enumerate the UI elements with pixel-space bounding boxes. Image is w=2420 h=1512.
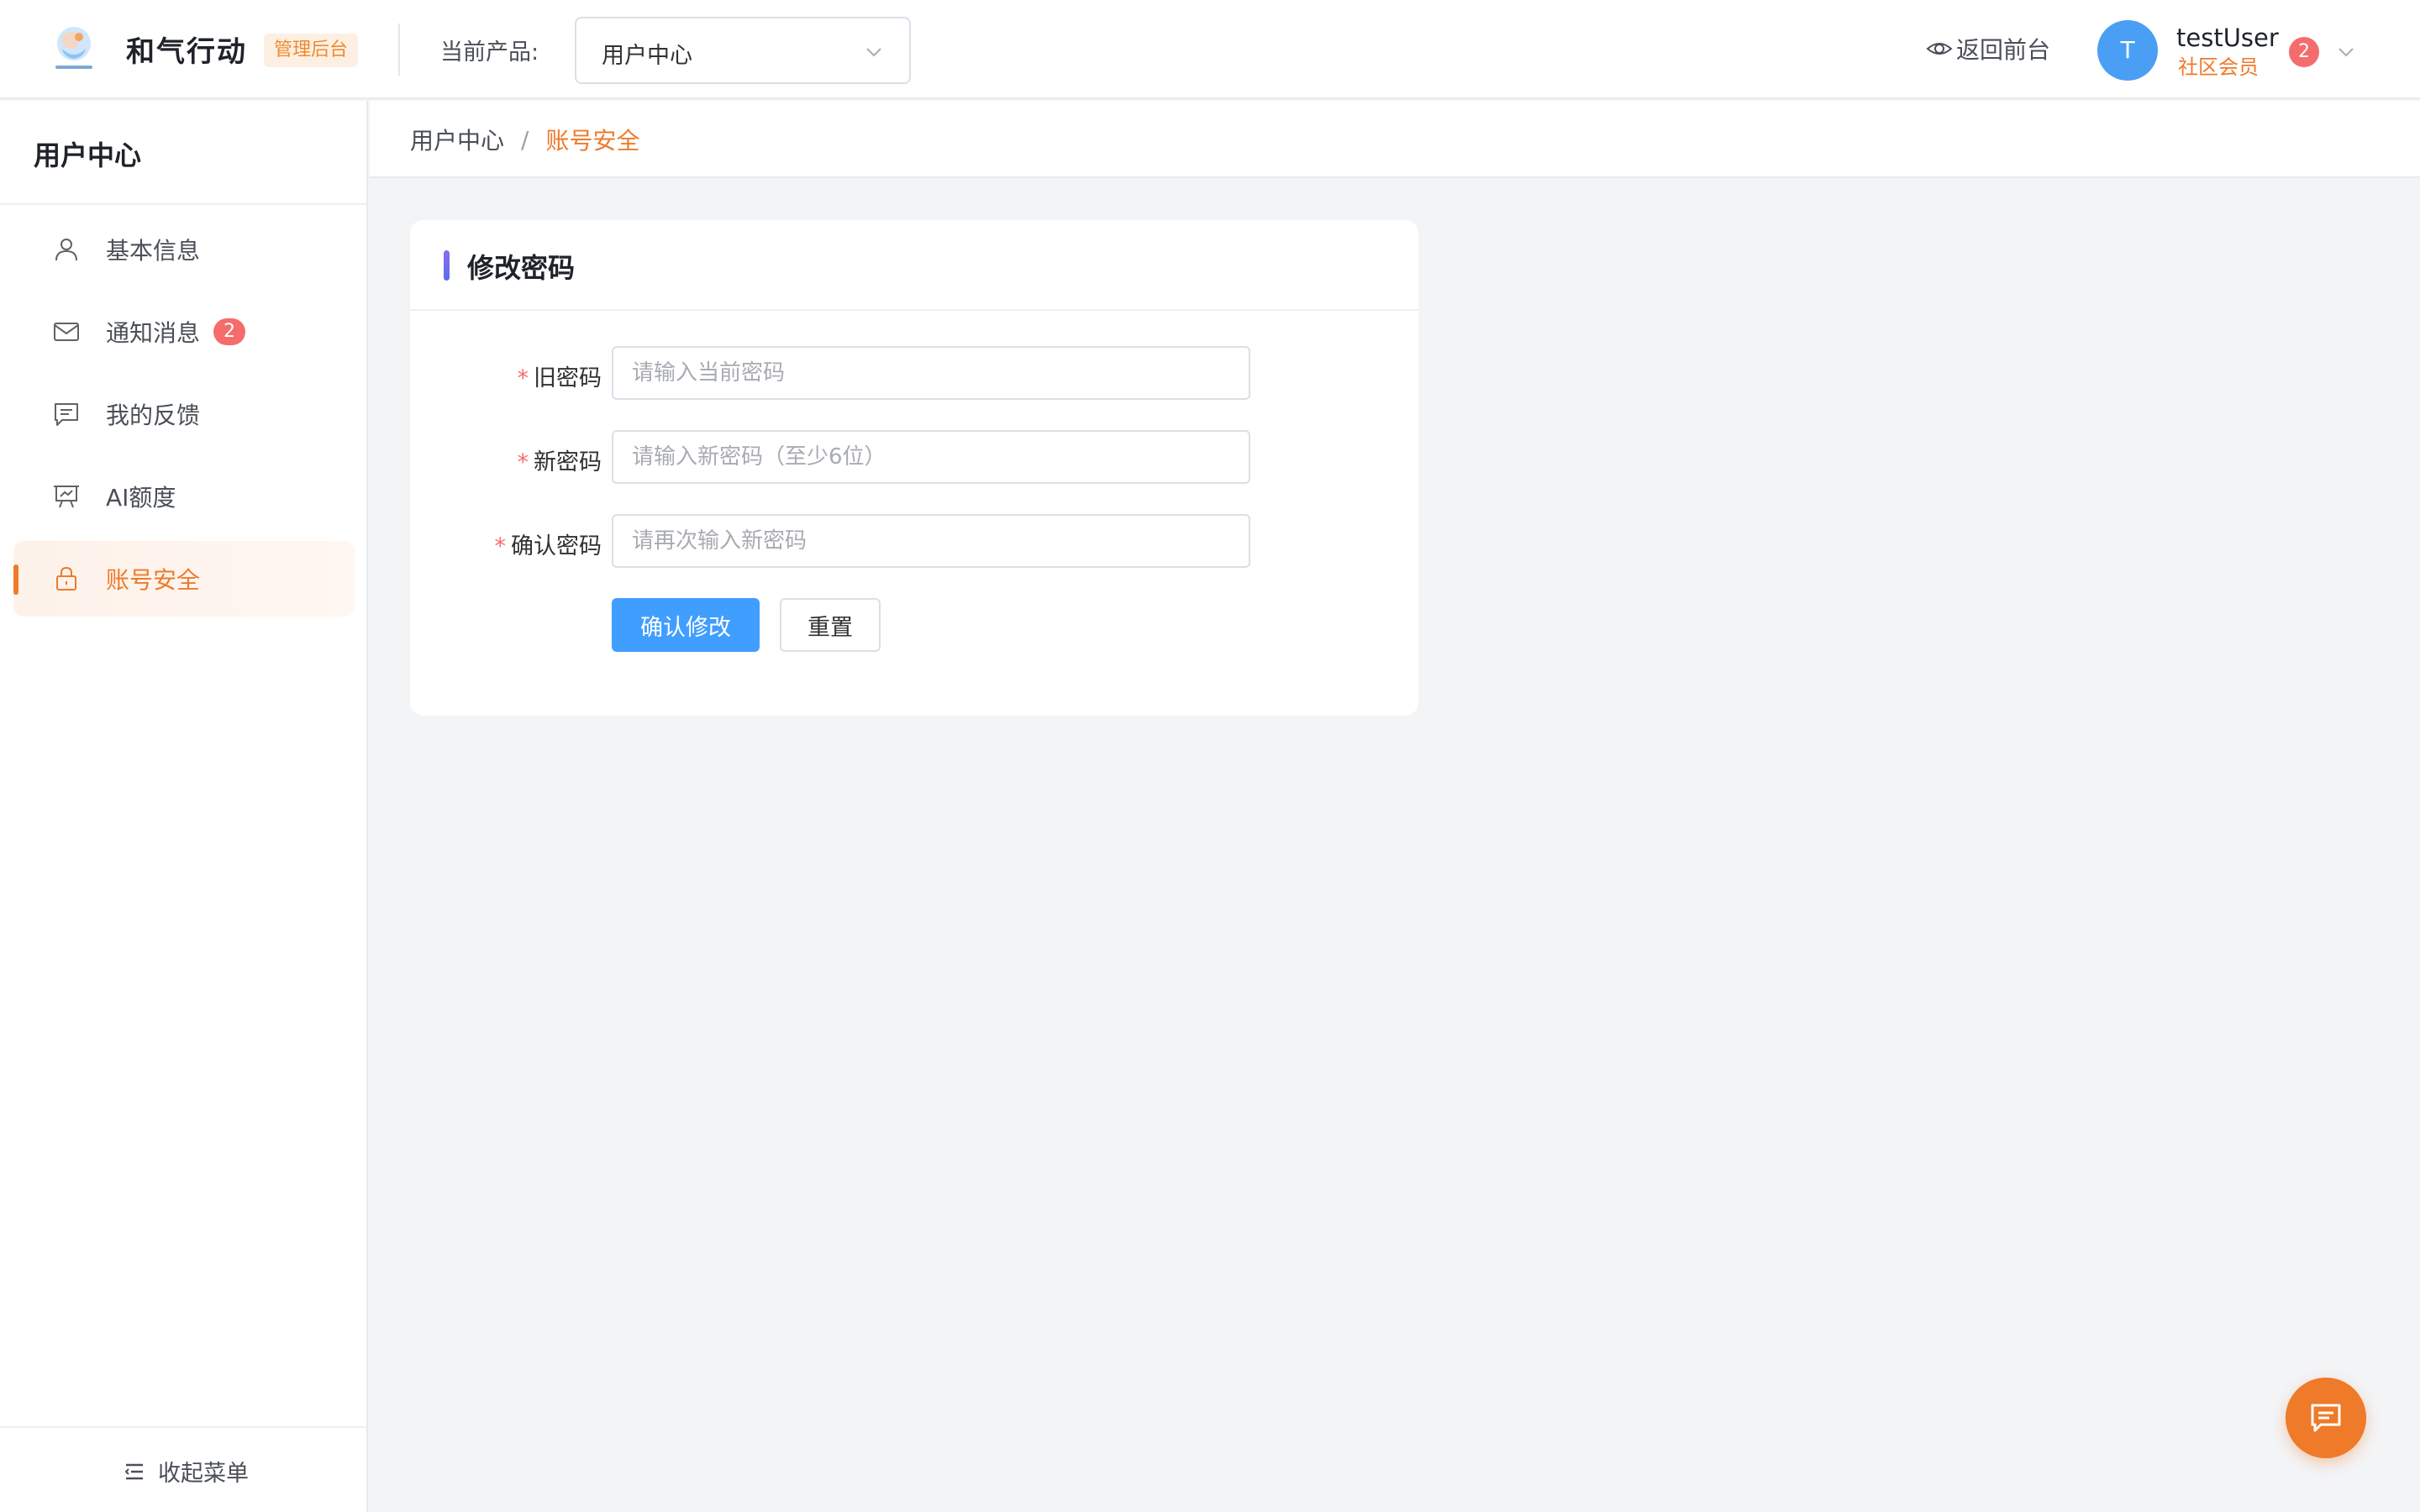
card-title-accent xyxy=(444,250,450,281)
product-select-value: 用户中心 xyxy=(602,43,692,69)
sidebar-item-label: 我的反馈 xyxy=(106,402,201,429)
sidebar-footer-divider xyxy=(0,1426,366,1428)
collapse-menu-icon xyxy=(124,1463,143,1479)
required-mark: * xyxy=(517,365,529,391)
presentation-icon xyxy=(52,482,81,511)
brand-logo[interactable] xyxy=(50,24,97,74)
required-mark: * xyxy=(517,449,529,475)
sidebar-item-label: AI额度 xyxy=(106,484,176,512)
username[interactable]: testUser xyxy=(2176,24,2279,52)
user-menu-chevron-icon[interactable] xyxy=(2336,42,2356,62)
notification-count-badge: 2 xyxy=(213,318,246,345)
sidebar-item-basic-info[interactable]: 基本信息 xyxy=(13,212,355,287)
old-password-label-text: 旧密码 xyxy=(534,365,602,391)
breadcrumb-current: 账号安全 xyxy=(545,127,640,155)
breadcrumb-root[interactable]: 用户中心 xyxy=(410,123,504,156)
reset-button[interactable]: 重置 xyxy=(780,598,881,652)
new-password-row: * 新密码 xyxy=(410,430,1418,486)
sidebar-divider xyxy=(0,203,366,205)
admin-tag: 管理后台 xyxy=(264,34,359,67)
old-password-label: * 旧密码 xyxy=(518,360,602,392)
chat-fab-button[interactable] xyxy=(2286,1378,2366,1458)
confirm-password-label: * 确认密码 xyxy=(495,528,602,560)
chevron-down-icon xyxy=(866,48,881,57)
sidebar-item-label: 账号安全 xyxy=(106,566,201,594)
breadcrumb-separator: / xyxy=(521,125,529,154)
old-password-input[interactable] xyxy=(612,346,1250,400)
header-divider xyxy=(398,24,400,76)
new-password-label-text: 新密码 xyxy=(534,449,602,475)
mail-icon xyxy=(52,318,81,346)
avatar[interactable]: T xyxy=(2097,20,2158,81)
sidebar-item-account-security[interactable]: 账号安全 xyxy=(13,541,355,617)
confirm-password-row: * 确认密码 xyxy=(410,514,1418,570)
eye-icon xyxy=(1926,43,1953,55)
sidebar-item-ai-quota[interactable]: AI额度 xyxy=(13,459,355,534)
brand-name: 和气行动 xyxy=(126,35,247,69)
confirm-password-label-text: 确认密码 xyxy=(511,533,602,559)
sidebar: 用户中心 基本信息 通知消息 2 我的反馈 AI额度 账号安全 收起菜单 xyxy=(0,101,368,1512)
new-password-label: * 新密码 xyxy=(518,444,602,476)
collapse-menu-label: 收起菜单 xyxy=(158,1461,249,1487)
sidebar-item-feedback[interactable]: 我的反馈 xyxy=(13,376,355,452)
sidebar-item-label: 通知消息 xyxy=(106,319,201,347)
product-label: 当前产品: xyxy=(440,39,539,66)
sidebar-menu: 基本信息 通知消息 2 我的反馈 AI额度 账号安全 xyxy=(13,212,355,623)
notification-badge[interactable]: 2 xyxy=(2289,37,2319,67)
chat-icon xyxy=(2311,1404,2341,1432)
lock-icon xyxy=(52,564,81,593)
collapse-menu-button[interactable]: 收起菜单 xyxy=(123,1455,249,1488)
card-title: 修改密码 xyxy=(467,252,576,284)
required-mark: * xyxy=(494,533,507,559)
user-role: 社区会员 xyxy=(2178,55,2259,79)
back-to-front-label: 返回前台 xyxy=(1956,36,2051,64)
sidebar-title: 用户中心 xyxy=(34,139,142,171)
user-icon xyxy=(52,235,81,264)
confirm-password-input[interactable] xyxy=(612,514,1250,568)
breadcrumb: 用户中心 / 账号安全 xyxy=(410,123,639,156)
new-password-input[interactable] xyxy=(612,430,1250,484)
back-to-front-link[interactable]: 返回前台 xyxy=(1926,32,2050,66)
sidebar-item-notifications[interactable]: 通知消息 2 xyxy=(13,294,355,370)
old-password-row: * 旧密码 xyxy=(410,346,1418,402)
product-select[interactable]: 用户中心 xyxy=(575,17,911,84)
message-icon xyxy=(52,400,81,428)
breadcrumb-bar: 用户中心 / 账号安全 xyxy=(370,101,2420,178)
top-header: 和气行动 管理后台 当前产品: 用户中心 返回前台 T testUser 社区会… xyxy=(0,0,2420,99)
sidebar-item-label: 基本信息 xyxy=(106,237,201,265)
change-password-card: 修改密码 * 旧密码 * 新密码 * 确认密码 xyxy=(410,220,1418,716)
confirm-change-button[interactable]: 确认修改 xyxy=(612,598,760,652)
card-header: 修改密码 xyxy=(410,220,1418,311)
